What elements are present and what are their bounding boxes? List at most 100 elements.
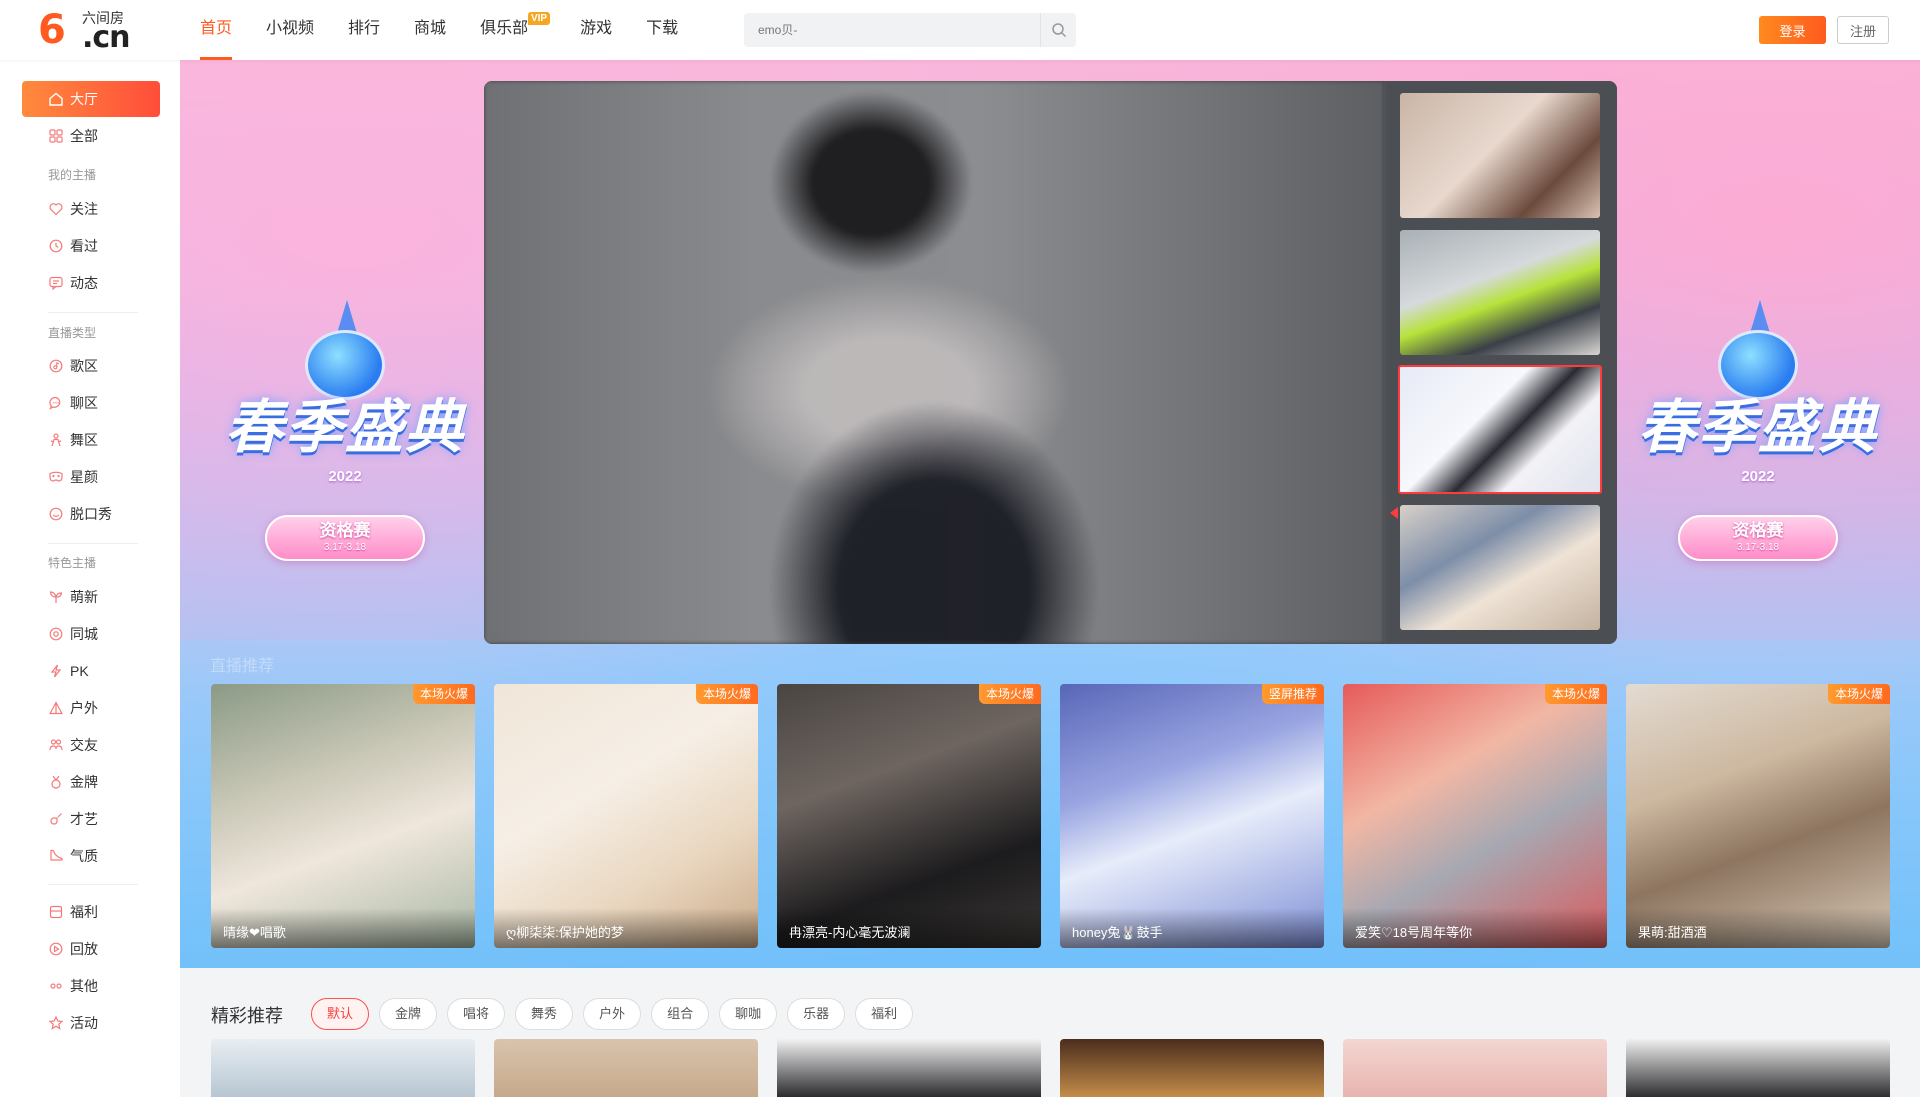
- sidebar-item-follow[interactable]: 关注: [22, 191, 160, 227]
- recommend-card[interactable]: [777, 1039, 1041, 1097]
- recommend-card[interactable]: [1343, 1039, 1607, 1097]
- search-icon: [1051, 23, 1066, 38]
- event-emblem-left[interactable]: 春季盛典 2022 资格赛 3.17-3.18: [205, 300, 485, 600]
- event-stage-pill: 资格赛 3.17-3.18: [265, 515, 425, 561]
- sidebar-item-label: 其他: [70, 978, 98, 994]
- sidebar-item-hall[interactable]: 大厅: [22, 81, 160, 117]
- sidebar-item-song[interactable]: 歌区: [22, 348, 160, 384]
- card-tag: 竖屏推荐: [1261, 684, 1324, 704]
- nav-mall[interactable]: 商城: [414, 0, 446, 60]
- live-video-stream[interactable]: [484, 81, 1384, 644]
- filter-singer[interactable]: 唱将: [447, 998, 506, 1030]
- sidebar-item-other[interactable]: 其他: [22, 968, 160, 1004]
- main-nav: 首页 小视频 排行 商城 俱乐部 VIP 游戏 下载: [200, 0, 712, 60]
- group-featured: 特色主播: [48, 556, 97, 570]
- dance-icon: [48, 433, 63, 448]
- live-card[interactable]: 本场火爆 晴缘❤唱歌: [211, 684, 475, 948]
- sidebar-item-label: 金牌: [70, 774, 98, 790]
- live-card[interactable]: 本场火爆 果萌:甜酒酒: [1626, 684, 1890, 948]
- event-emblem-right[interactable]: 春季盛典 2022 资格赛 3.17-3.18: [1618, 300, 1898, 600]
- live-player[interactable]: [484, 81, 1617, 644]
- sidebar-item-gold[interactable]: 金牌: [22, 764, 160, 800]
- nav-label: 排行: [348, 20, 381, 37]
- sidebar-item-star-face[interactable]: 星颜: [22, 459, 160, 495]
- card-tag: 本场火爆: [978, 684, 1041, 704]
- sidebar-item-all[interactable]: 全部: [22, 118, 160, 154]
- nav-label: 游戏: [580, 20, 613, 37]
- sidebar-item-dance[interactable]: 舞区: [22, 422, 160, 458]
- sidebar-item-replay[interactable]: 回放: [22, 931, 160, 967]
- register-button[interactable]: 注册: [1837, 16, 1889, 44]
- filter-group[interactable]: 组合: [651, 998, 710, 1030]
- filter-default[interactable]: 默认: [311, 998, 370, 1030]
- top-header: 6 六间房 .cn 首页 小视频 排行 商城 俱乐部 VIP 游戏 下载 登录 …: [0, 0, 1920, 60]
- shoe-icon: [48, 849, 63, 864]
- sidebar-item-chat[interactable]: 聊区: [22, 385, 160, 421]
- heart-icon: [48, 202, 63, 217]
- group-live-types: 直播类型: [48, 326, 97, 340]
- sidebar-item-local[interactable]: 同城: [22, 616, 160, 652]
- sidebar-item-welfare[interactable]: 福利: [22, 894, 160, 930]
- search-button[interactable]: [1040, 13, 1076, 47]
- live-card[interactable]: 竖屏推荐 honey兔🐰鼓手: [1060, 684, 1324, 948]
- sidebar-divider: [48, 884, 138, 885]
- event-dates: 3.17-3.18: [1736, 542, 1780, 553]
- sidebar-item-label: 大厅: [70, 91, 98, 107]
- nav-download[interactable]: 下载: [646, 0, 678, 60]
- login-button[interactable]: 登录: [1759, 16, 1826, 44]
- recommend-card[interactable]: [1626, 1039, 1890, 1097]
- sidebar-item-outdoor[interactable]: 户外: [22, 690, 160, 726]
- recommend-card[interactable]: [1060, 1039, 1324, 1097]
- event-dates: 3.17-3.18: [323, 542, 367, 553]
- recommend-card[interactable]: [494, 1039, 758, 1097]
- live-card[interactable]: 本场火爆 冉漂亮-内心毫无波澜: [777, 684, 1041, 948]
- nav-ranking[interactable]: 排行: [348, 0, 380, 60]
- player-thumbnail[interactable]: [1400, 230, 1600, 355]
- site-logo[interactable]: 6 六间房 .cn: [38, 8, 138, 55]
- section-label-dim: 直播推荐: [210, 658, 275, 675]
- sidebar-item-talent[interactable]: 才艺: [22, 801, 160, 837]
- sidebar-item-talkshow[interactable]: 脱口秀: [22, 496, 160, 532]
- sidebar-item-elegance[interactable]: 气质: [22, 838, 160, 874]
- card-tag: 本场火爆: [695, 684, 758, 704]
- nav-label: 商城: [414, 20, 447, 37]
- sidebar-item-newbie[interactable]: 萌新: [22, 579, 160, 615]
- filter-gold[interactable]: 金牌: [379, 998, 438, 1030]
- filter-chat[interactable]: 聊咖: [719, 998, 778, 1030]
- sidebar-item-label: 交友: [70, 737, 98, 753]
- sidebar-item-dating[interactable]: 交友: [22, 727, 160, 763]
- player-thumbnail[interactable]: [1400, 505, 1600, 630]
- logo-domain: .cn: [82, 20, 131, 55]
- filter-welfare[interactable]: 福利: [855, 998, 914, 1030]
- sidebar-item-feed[interactable]: 动态: [22, 265, 160, 301]
- live-card[interactable]: 本场火爆 ღ柳柒柒:保护她的梦: [494, 684, 758, 948]
- player-thumbnail[interactable]: [1400, 93, 1600, 218]
- sidebar-item-label: 看过: [70, 238, 98, 254]
- search-input[interactable]: [744, 13, 1040, 47]
- sidebar-item-history[interactable]: 看过: [22, 228, 160, 264]
- sidebar-divider: [48, 543, 138, 544]
- nav-label: 下载: [646, 20, 679, 37]
- filter-instrument[interactable]: 乐器: [787, 998, 846, 1030]
- recommend-card[interactable]: [211, 1039, 475, 1097]
- card-anchor-name: honey兔🐰鼓手: [1060, 908, 1324, 948]
- star-icon: [48, 1016, 63, 1031]
- filter-dance[interactable]: 舞秀: [515, 998, 574, 1030]
- nav-club[interactable]: 俱乐部 VIP: [480, 0, 551, 60]
- event-stage: 资格赛: [319, 521, 371, 540]
- sidebar: 大厅 全部 我的主播 关注 看过 动态 直播类型 歌区 聊区 舞区 星颜 脱口秀…: [0, 60, 180, 1097]
- sidebar-item-label: 萌新: [70, 589, 98, 605]
- sidebar-item-label: 福利: [70, 904, 98, 920]
- sidebar-item-events[interactable]: 活动: [22, 1005, 160, 1041]
- sidebar-item-pk[interactable]: PK: [22, 653, 160, 689]
- tent-icon: [48, 701, 63, 716]
- sidebar-item-label: PK: [70, 663, 89, 679]
- live-card[interactable]: 本场火爆 爱笑♡18号周年等你: [1343, 684, 1607, 948]
- nav-games[interactable]: 游戏: [580, 0, 612, 60]
- nav-short-video[interactable]: 小视频: [266, 0, 314, 60]
- player-thumbnail-list: [1384, 81, 1617, 644]
- player-thumbnail-selected[interactable]: [1398, 365, 1602, 494]
- nav-home[interactable]: 首页: [200, 0, 233, 60]
- filter-outdoor[interactable]: 户外: [583, 998, 642, 1030]
- sidebar-item-label: 气质: [70, 848, 98, 864]
